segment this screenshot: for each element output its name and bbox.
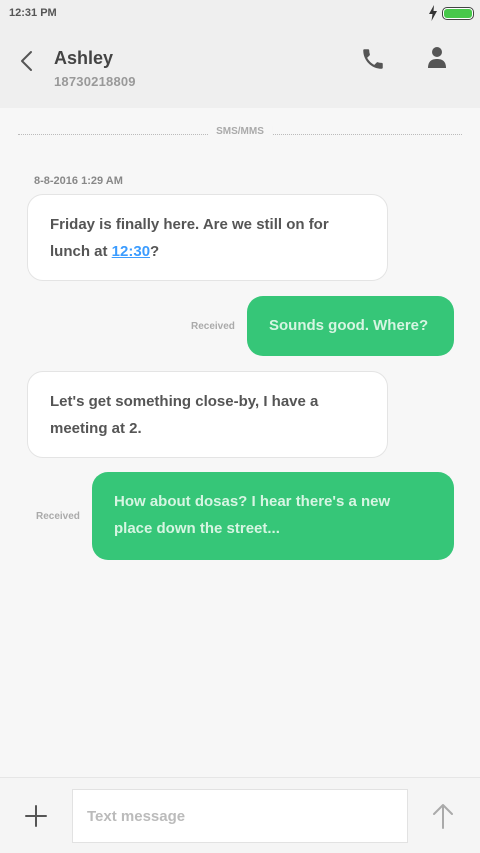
- outgoing-message-bubble[interactable]: Sounds good. Where?: [247, 296, 454, 356]
- message-text: Friday is finally here. Are we still on …: [50, 216, 329, 260]
- time-link[interactable]: 12:30: [112, 243, 150, 260]
- contact-number: 18730218809: [54, 74, 136, 89]
- back-arrow-icon[interactable]: [14, 48, 40, 74]
- conversation-header: Ashley 18730218809: [0, 28, 480, 108]
- text-message-input[interactable]: [72, 789, 408, 843]
- contact-name: Ashley: [54, 48, 114, 68]
- channel-divider: SMS/MMS: [18, 126, 462, 142]
- message-text: Let's get something close-by, I have a m…: [50, 393, 319, 437]
- send-arrow-icon[interactable]: [430, 802, 456, 830]
- incoming-message-bubble[interactable]: Friday is finally here. Are we still on …: [27, 194, 388, 281]
- phone-icon[interactable]: [360, 46, 386, 72]
- message-text: How about dosas? I hear there's a new pl…: [114, 493, 391, 537]
- status-time: 12:31 PM: [9, 7, 57, 19]
- received-status-label: Received: [36, 511, 80, 522]
- add-attachment-icon[interactable]: [23, 803, 49, 829]
- message-text-end: ?: [150, 243, 160, 260]
- received-status-label: Received: [191, 321, 235, 332]
- message-text: Sounds good. Where?: [269, 317, 429, 334]
- charging-bolt-icon: [429, 5, 437, 21]
- message-timestamp: 8-8-2016 1:29 AM: [34, 175, 123, 187]
- channel-label: SMS/MMS: [208, 126, 272, 137]
- message-composer: [0, 777, 480, 853]
- incoming-message-bubble[interactable]: Let's get something close-by, I have a m…: [27, 371, 388, 458]
- status-bar: 12:31 PM: [0, 0, 480, 28]
- contact-person-icon[interactable]: [424, 44, 450, 72]
- outgoing-message-bubble[interactable]: How about dosas? I hear there's a new pl…: [92, 472, 454, 560]
- battery-icon: [442, 7, 474, 20]
